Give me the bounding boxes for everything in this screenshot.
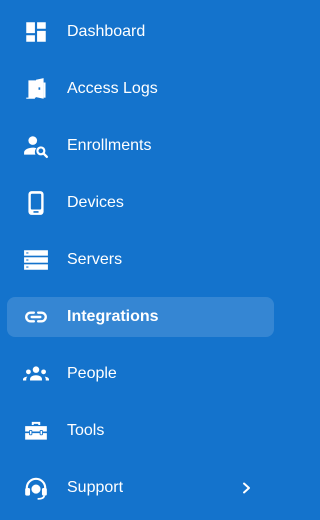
- sidebar-item-label: People: [67, 365, 117, 382]
- sidebar-item-label: Integrations: [67, 308, 159, 325]
- sidebar-item-integrations[interactable]: Integrations: [7, 297, 274, 337]
- link-icon: [23, 304, 49, 330]
- sidebar-item-label: Servers: [67, 251, 123, 268]
- sidebar-item-people[interactable]: People: [7, 354, 274, 394]
- sidebar-item-dashboard[interactable]: Dashboard: [7, 12, 274, 52]
- sidebar-item-support[interactable]: Support: [7, 468, 274, 508]
- toolbox-icon: [23, 418, 49, 444]
- sidebar-nav: Dashboard Access Logs Enrollments Device…: [0, 0, 285, 520]
- sidebar-item-tools[interactable]: Tools: [7, 411, 274, 451]
- group-icon: [23, 361, 49, 387]
- sidebar-item-label: Dashboard: [67, 23, 146, 40]
- door-icon: [23, 76, 49, 102]
- sidebar-item-label: Tools: [67, 422, 105, 439]
- headset-icon: [23, 475, 49, 501]
- sidebar-item-servers[interactable]: Servers: [7, 240, 274, 280]
- tablet-icon: [23, 190, 49, 216]
- sidebar-item-label: Support: [67, 479, 124, 496]
- chevron-right-icon: [239, 481, 253, 495]
- dashboard-icon: [23, 19, 49, 45]
- person-search-icon: [23, 133, 49, 159]
- sidebar-item-access-logs[interactable]: Access Logs: [7, 69, 274, 109]
- sidebar-item-label: Enrollments: [67, 137, 152, 154]
- sidebar-item-label: Access Logs: [67, 80, 158, 97]
- sidebar-item-label: Devices: [67, 194, 124, 211]
- sidebar-item-enrollments[interactable]: Enrollments: [7, 126, 274, 166]
- sidebar-item-devices[interactable]: Devices: [7, 183, 274, 223]
- server-icon: [23, 247, 49, 273]
